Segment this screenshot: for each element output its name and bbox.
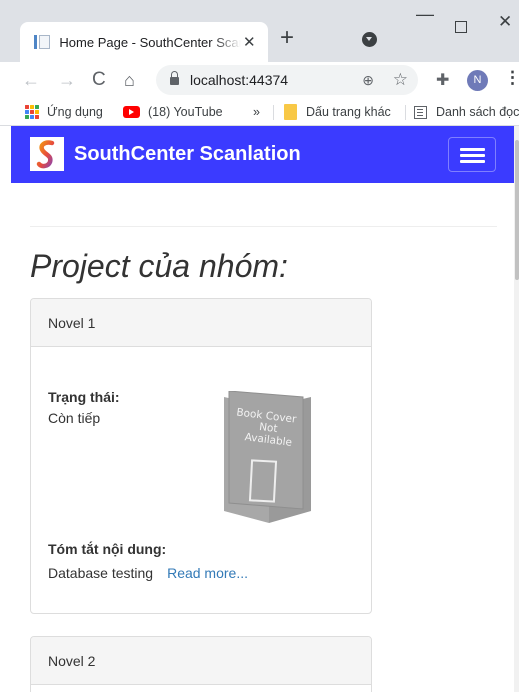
maximize-button[interactable] [455, 21, 467, 33]
profile-avatar[interactable]: N [467, 70, 488, 91]
bookmarks-bar: Ứng dụng (18) YouTube » Dấu trang khác D… [0, 98, 519, 126]
bookmark-label: Ứng dụng [47, 105, 103, 119]
bookmark-star-icon[interactable]: ☆ [393, 70, 408, 90]
bookmark-apps[interactable]: Ứng dụng [25, 98, 103, 126]
site-navbar: SouthCenter Scanlation [11, 126, 514, 183]
summary-label: Tóm tắt nội dung: [48, 541, 167, 557]
reading-list-icon [414, 105, 427, 119]
page-viewport: SouthCenter Scanlation Project của nhóm:… [11, 126, 514, 692]
bookmark-other-folder[interactable]: Dấu trang khác [284, 98, 391, 126]
bookmark-youtube[interactable]: (18) YouTube [123, 98, 223, 126]
project-card: Novel 1 Trạng thái: Còn tiếp Book Cover … [30, 298, 372, 614]
project-card: Novel 2 [30, 636, 372, 692]
bookmark-label: Danh sách đọc [436, 105, 519, 119]
scrollbar-thumb[interactable] [515, 140, 519, 280]
url-text[interactable]: localhost:44374 [190, 72, 288, 88]
browser-menu-icon[interactable]: ⋮ [504, 68, 519, 88]
brand-name[interactable]: SouthCenter Scanlation [74, 143, 301, 166]
zoom-icon[interactable]: ⊕ [362, 72, 374, 89]
youtube-icon [123, 106, 140, 118]
apps-grid-icon [25, 105, 39, 119]
bookmark-label: (18) YouTube [148, 105, 223, 119]
section-title: Project của nhóm: [30, 248, 288, 284]
content-divider [30, 226, 497, 227]
close-tab-icon[interactable]: ✕ [241, 33, 258, 51]
bookmark-label: Dấu trang khác [306, 105, 391, 119]
bookmark-label: » [253, 105, 260, 119]
page-scrollbar[interactable] [514, 126, 519, 692]
summary-row: Database testing Read more... [48, 565, 248, 581]
reload-button[interactable]: C [92, 62, 106, 98]
tab-title: Home Page - SouthCenter Scanlation [59, 34, 240, 50]
tab-strip: Home Page - SouthCenter Scanlation ✕ + —… [0, 0, 519, 62]
read-more-link[interactable]: Read more... [167, 565, 248, 581]
home-button[interactable]: ⌂ [124, 62, 135, 98]
address-bar[interactable]: localhost:44374 ⊕ ☆ [156, 65, 418, 95]
close-window-button[interactable]: ✕ [498, 12, 512, 32]
tab-search-icon[interactable] [362, 32, 377, 47]
lock-icon[interactable] [170, 70, 179, 86]
navbar-toggle-button[interactable] [448, 137, 496, 172]
back-button[interactable]: ← [22, 62, 40, 98]
bookmarks-overflow-button[interactable]: » [253, 98, 260, 126]
hamburger-icon [460, 148, 485, 151]
project-card-header[interactable]: Novel 1 [31, 299, 371, 347]
bookmark-separator [405, 105, 406, 120]
folder-icon [284, 104, 297, 120]
forward-button[interactable]: → [58, 62, 76, 98]
brand-logo-icon[interactable] [30, 137, 64, 171]
project-card-header[interactable]: Novel 2 [31, 637, 371, 685]
browser-toolbar: ← → C ⌂ localhost:44374 ⊕ ☆ ✚ N ⋮ [0, 62, 519, 98]
status-label: Trạng thái: [48, 389, 120, 405]
page-favicon-icon [34, 33, 50, 51]
summary-value: Database testing [48, 565, 154, 581]
status-value: Còn tiếp [48, 410, 101, 426]
minimize-button[interactable]: — [416, 4, 434, 25]
book-cover-placeholder[interactable]: Book Cover Not Available [221, 390, 313, 523]
bookmark-separator [273, 105, 274, 120]
new-tab-button[interactable]: + [280, 26, 294, 50]
extensions-puzzle-icon[interactable]: ✚ [436, 70, 449, 90]
browser-tab-active[interactable]: Home Page - SouthCenter Scanlation ✕ [20, 22, 268, 62]
bookmark-reading-list[interactable]: Danh sách đọc [414, 98, 519, 126]
